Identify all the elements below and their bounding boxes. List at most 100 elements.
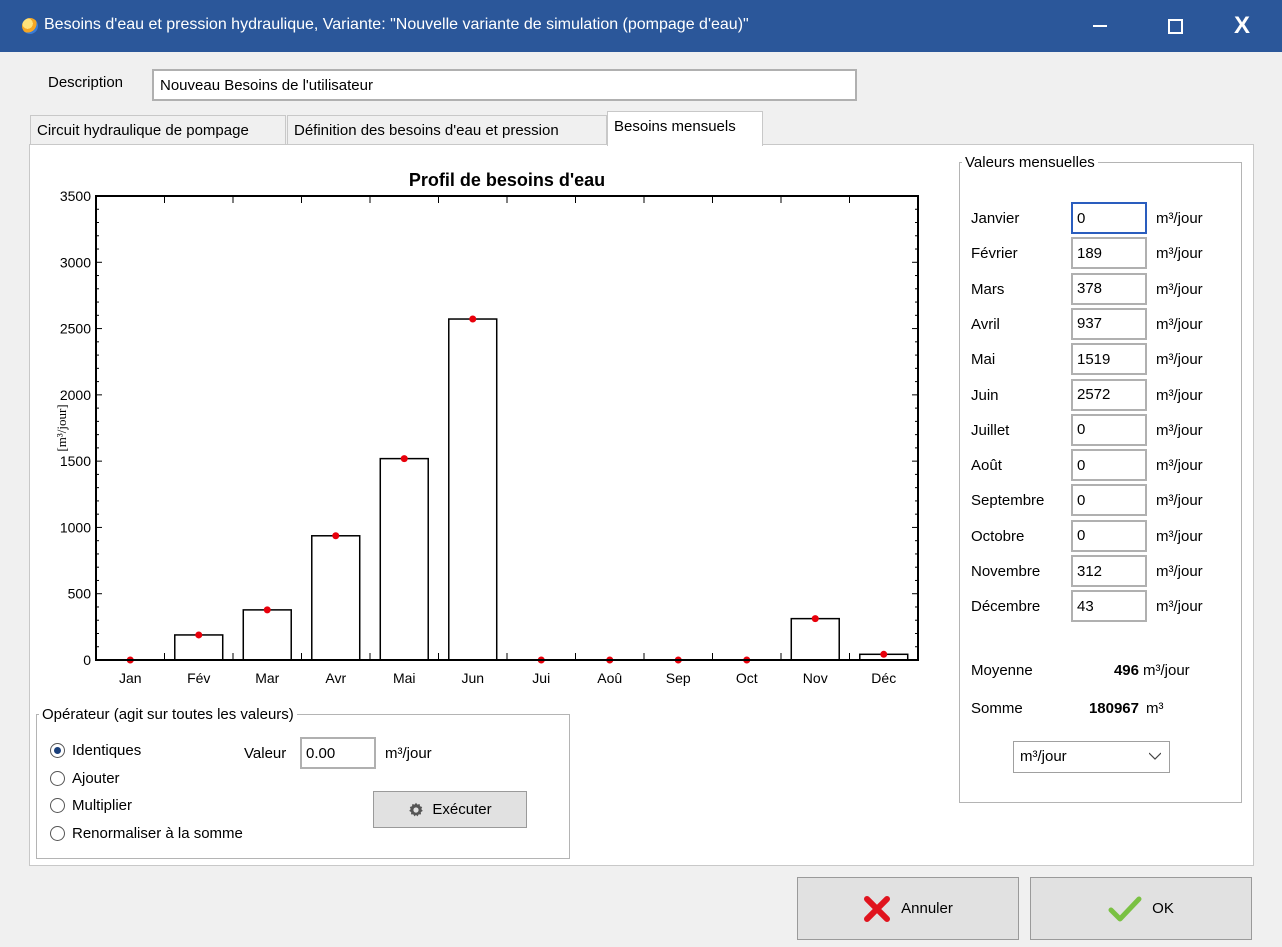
maximize-button[interactable]: [1145, 0, 1205, 52]
x-tick-label: Nov: [803, 670, 828, 686]
unit-dropdown[interactable]: m³/jour: [1013, 741, 1170, 773]
x-tick-label: Jun: [461, 670, 484, 686]
cancel-button[interactable]: Annuler: [797, 877, 1019, 940]
month-value-input[interactable]: [1071, 590, 1147, 623]
x-tick-label: Jui: [532, 670, 550, 686]
value-label: Valeur: [244, 745, 287, 762]
month-unit: m³/jour: [1156, 280, 1203, 298]
y-tick-label: 3500: [60, 188, 91, 204]
bar-Nov: [790, 617, 840, 661]
minimize-button[interactable]: [1070, 0, 1130, 52]
execute-button[interactable]: Exécuter: [373, 791, 527, 828]
checkmark-icon: [1108, 896, 1142, 921]
month-value-input[interactable]: [1071, 449, 1147, 482]
data-marker-Mar: [263, 606, 271, 614]
average-unit: m³/jour: [1143, 662, 1190, 679]
minimize-icon: [1093, 25, 1107, 27]
month-unit: m³/jour: [1156, 315, 1203, 333]
month-unit: m³/jour: [1156, 598, 1203, 616]
sum-value: 180967: [1088, 700, 1139, 717]
month-label: Juillet: [971, 421, 1010, 439]
chart-title: Profil de besoins d'eau: [409, 170, 605, 190]
x-tick-label: Mai: [393, 670, 416, 686]
month-value-input[interactable]: [1071, 202, 1147, 234]
x-tick-label: Déc: [871, 670, 896, 686]
x-tick-label: Oct: [736, 670, 758, 686]
data-marker-Mai: [400, 455, 408, 463]
close-icon: X: [1233, 12, 1250, 39]
radio-label: Identiques: [72, 742, 142, 759]
tab-besoins-mensuels[interactable]: Besoins mensuels: [607, 111, 763, 146]
month-value-input[interactable]: [1071, 555, 1147, 587]
month-label: Mai: [971, 351, 996, 369]
gear-icon: [409, 802, 424, 816]
month-unit: m³/jour: [1156, 421, 1203, 439]
data-marker-Fév: [195, 631, 203, 639]
month-unit: m³/jour: [1156, 527, 1203, 545]
operator-value-unit: m³/jour: [385, 745, 432, 762]
cancel-label: Annuler: [901, 900, 953, 917]
data-marker-Déc: [880, 650, 888, 658]
y-tick-label: 0: [83, 652, 91, 668]
month-value-input[interactable]: [1071, 413, 1147, 446]
data-marker-Avr: [332, 532, 340, 540]
radio-identiques[interactable]: Identiques: [50, 742, 141, 759]
sum-unit: m³: [1146, 700, 1164, 717]
month-label: Août: [971, 457, 1002, 475]
month-value-input[interactable]: [1071, 307, 1147, 340]
month-label: Février: [971, 245, 1018, 263]
radio-multiplier[interactable]: Multiplier: [50, 797, 132, 814]
month-label: Janvier: [971, 210, 1020, 227]
ok-label: OK: [1152, 900, 1174, 917]
month-value-input[interactable]: [1071, 343, 1147, 376]
month-label: Septembre: [971, 492, 1045, 510]
x-tick-label: Jan: [119, 670, 142, 686]
x-tick-label: Avr: [325, 670, 346, 686]
month-unit: m³/jour: [1156, 457, 1203, 475]
tab-circuit-hydraulique[interactable]: Circuit hydraulique de pompage: [30, 115, 286, 145]
y-tick-label: 2500: [60, 321, 91, 337]
radio-indicator: [50, 771, 65, 786]
operator-value-input[interactable]: [300, 737, 376, 769]
x-tick-label: Aoû: [597, 670, 622, 686]
y-tick-label: 1000: [60, 519, 91, 535]
month-unit: m³/jour: [1156, 563, 1203, 580]
radio-renormaliser[interactable]: Renormaliser à la somme: [50, 825, 243, 842]
execute-label: Exécuter: [432, 801, 492, 818]
data-marker-Jun: [469, 315, 477, 323]
month-unit: m³/jour: [1156, 492, 1203, 510]
bar-Mai: [379, 457, 429, 661]
water-demand-chart: Profil de besoins d'eau [m³/jour] 0 500 1000…: [52, 160, 932, 700]
radio-ajouter[interactable]: Ajouter: [50, 770, 120, 787]
y-tick-label: 1500: [60, 453, 91, 469]
bar-Fév: [174, 634, 224, 661]
month-label: Juin: [971, 386, 999, 404]
month-label: Novembre: [971, 563, 1041, 580]
month-unit: m³/jour: [1156, 351, 1203, 369]
ok-button[interactable]: OK: [1030, 877, 1252, 940]
month-value-input[interactable]: [1071, 484, 1147, 517]
bar-Jun: [448, 318, 498, 661]
x-tick-label: Mar: [255, 670, 279, 686]
month-value-input[interactable]: [1071, 272, 1147, 305]
chevron-down-icon: [1149, 752, 1161, 760]
month-label: Mars: [971, 280, 1005, 298]
y-tick-label: 3000: [60, 254, 91, 270]
description-input[interactable]: [152, 69, 857, 101]
tab-definition-besoins[interactable]: Définition des besoins d'eau et pression: [287, 115, 607, 145]
radio-indicator: [50, 826, 65, 841]
data-marker-Nov: [811, 615, 819, 623]
month-value-input[interactable]: [1071, 237, 1147, 270]
sum-label: Somme: [971, 700, 1023, 717]
average-label: Moyenne: [971, 662, 1033, 679]
y-tick-label: 500: [68, 586, 92, 602]
month-value-input[interactable]: [1071, 519, 1147, 552]
x-tick-label: Sep: [666, 670, 691, 686]
operator-legend: Opérateur (agit sur toutes les valeurs): [42, 706, 294, 723]
close-button[interactable]: X: [1212, 0, 1272, 52]
chart-svg: Profil de besoins d'eau [m³/jour] 0 500 1000…: [54, 170, 919, 686]
maximize-icon: [1167, 18, 1183, 34]
unit-dropdown-value: m³/jour: [1020, 748, 1067, 765]
month-label: Avril: [971, 315, 1000, 333]
month-value-input[interactable]: [1071, 378, 1147, 411]
